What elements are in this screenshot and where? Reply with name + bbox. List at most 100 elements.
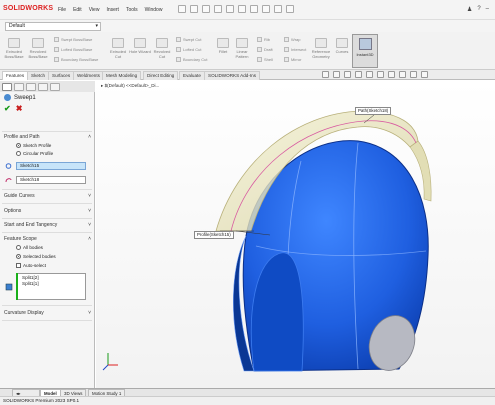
ok-button[interactable]: ✔ bbox=[4, 104, 11, 113]
tab-features[interactable]: Features bbox=[2, 71, 29, 80]
divider bbox=[2, 203, 92, 204]
new-icon[interactable] bbox=[190, 5, 198, 13]
options-icon[interactable] bbox=[286, 5, 294, 13]
boundary-boss-button[interactable]: Boundary Boss/Base bbox=[54, 57, 98, 62]
radio-selected-bodies[interactable]: Selected bodies bbox=[16, 254, 56, 259]
draft-button[interactable]: Draft bbox=[257, 47, 273, 52]
menu-window[interactable]: Window bbox=[145, 7, 163, 13]
display-style-icon[interactable] bbox=[377, 71, 384, 78]
appearance-icon[interactable] bbox=[399, 71, 406, 78]
hide-show-icon[interactable] bbox=[388, 71, 395, 78]
section-start-end-tangency[interactable]: Start and End Tangency ˅ bbox=[4, 222, 91, 228]
tab-surfaces[interactable]: Surfaces bbox=[48, 71, 75, 80]
swept-cut-button[interactable]: Swept Cut bbox=[176, 37, 201, 42]
tab-sketch[interactable]: Sketch bbox=[27, 71, 50, 80]
previous-view-icon[interactable] bbox=[344, 71, 351, 78]
curves-button[interactable]: Curves bbox=[334, 38, 350, 54]
open-icon[interactable] bbox=[202, 5, 210, 13]
instant3d-button[interactable]: Instant3D bbox=[352, 34, 378, 68]
home-icon[interactable] bbox=[178, 5, 186, 13]
lofted-boss-button[interactable]: Lofted Boss/Base bbox=[54, 47, 92, 52]
bodies-list[interactable]: Split1[2] Split1[1] bbox=[16, 273, 86, 300]
path-icon bbox=[5, 178, 12, 183]
chevron-down-icon: ˅ bbox=[88, 193, 91, 199]
print-icon[interactable] bbox=[226, 5, 234, 13]
profile-callout[interactable]: Profile(Sketch15) bbox=[194, 231, 234, 239]
user-icon[interactable]: ♟ bbox=[467, 6, 472, 13]
section-feature-scope[interactable]: Feature Scope ˄ bbox=[4, 236, 91, 242]
feature-title: Sweep1 bbox=[4, 94, 36, 101]
radio-circular-profile[interactable]: Circular Profile bbox=[16, 151, 53, 156]
wrap-icon bbox=[284, 37, 289, 42]
lofted-cut-button[interactable]: Lofted Cut bbox=[176, 47, 201, 52]
menu-tools[interactable]: Tools bbox=[126, 7, 138, 13]
help-icon[interactable]: ? bbox=[477, 6, 480, 13]
path-selection-box[interactable]: Sketch18 bbox=[16, 176, 86, 184]
sweep-feature-icon bbox=[4, 94, 11, 101]
tab-add-ins[interactable]: SOLIDWORKS Add-Ins bbox=[204, 71, 260, 80]
bottom-tabs: ◂▸ Model 3D Views Motion Study 1 bbox=[0, 388, 495, 397]
divider bbox=[2, 131, 92, 132]
section-profile-path[interactable]: Profile and Path ˄ bbox=[4, 134, 91, 140]
configuration-manager-icon[interactable] bbox=[26, 83, 36, 91]
linear-pattern-button[interactable]: Linear Pattern bbox=[232, 38, 252, 59]
chevron-down-icon: ▾ bbox=[95, 23, 98, 29]
menu-file[interactable]: File bbox=[58, 7, 66, 13]
title-bar: SOLIDWORKS File Edit View Insert Tools W… bbox=[0, 0, 495, 20]
fillet-button[interactable]: Fillet bbox=[214, 38, 232, 54]
extruded-boss-button[interactable]: Extruded Boss/Base bbox=[3, 38, 25, 59]
configuration-select[interactable]: Default ▾ bbox=[5, 22, 101, 31]
radio-all-bodies[interactable]: All bodies bbox=[16, 245, 43, 250]
scene-icon[interactable] bbox=[410, 71, 417, 78]
reference-geometry-icon bbox=[315, 38, 327, 48]
auto-select-checkbox[interactable]: Auto-select bbox=[16, 263, 46, 268]
section-view-icon[interactable] bbox=[355, 71, 362, 78]
view-orientation-icon[interactable] bbox=[366, 71, 373, 78]
cancel-button[interactable]: ✖ bbox=[16, 104, 23, 113]
reference-geometry-button[interactable]: Reference Geometry bbox=[310, 38, 332, 59]
mirror-button[interactable]: Mirror bbox=[284, 57, 301, 62]
menu-view[interactable]: View bbox=[89, 7, 100, 13]
tab-mesh-modeling[interactable]: Mesh Modeling bbox=[102, 71, 142, 80]
section-options[interactable]: Options ˅ bbox=[4, 208, 91, 214]
boundary-cut-button[interactable]: Boundary Cut bbox=[176, 57, 207, 62]
dimxpert-icon[interactable] bbox=[38, 83, 48, 91]
divider bbox=[2, 189, 92, 190]
ok-cancel: ✔ ✖ bbox=[4, 104, 22, 113]
file-properties-icon[interactable] bbox=[274, 5, 282, 13]
tab-direct-editing[interactable]: Direct Editing bbox=[143, 71, 179, 80]
property-manager-icon[interactable] bbox=[14, 83, 24, 91]
undo-icon[interactable] bbox=[238, 5, 246, 13]
revolved-boss-button[interactable]: Revolved Boss/Base bbox=[27, 38, 49, 59]
menu-edit[interactable]: Edit bbox=[73, 7, 82, 13]
extruded-cut-button[interactable]: Extruded Cut bbox=[107, 38, 129, 59]
zoom-fit-icon[interactable] bbox=[322, 71, 329, 78]
zoom-area-icon[interactable] bbox=[333, 71, 340, 78]
view-settings-icon[interactable] bbox=[421, 71, 428, 78]
radio-sketch-profile[interactable]: Sketch Profile bbox=[16, 143, 51, 148]
tab-evaluate[interactable]: Evaluate bbox=[179, 71, 205, 80]
intersect-button[interactable]: Intersect bbox=[284, 47, 306, 52]
profile-selection-box[interactable]: Sketch15 bbox=[16, 162, 86, 170]
save-icon[interactable] bbox=[214, 5, 222, 13]
revolved-cut-button[interactable]: Revolved Cut bbox=[151, 38, 173, 59]
shell-button[interactable]: Shell bbox=[257, 57, 273, 62]
list-item[interactable]: Split1[1] bbox=[20, 281, 82, 287]
chevron-up-icon: ˄ bbox=[88, 236, 91, 242]
swept-boss-button[interactable]: Swept Boss/Base bbox=[54, 37, 92, 42]
solidworks-logo[interactable]: SOLIDWORKS bbox=[3, 5, 53, 12]
hole-wizard-button[interactable]: Hole Wizard bbox=[129, 38, 151, 54]
rib-button[interactable]: Rib bbox=[257, 37, 270, 42]
helmet-model[interactable] bbox=[96, 81, 495, 388]
minimize-icon[interactable]: – bbox=[486, 6, 489, 13]
section-guide-curves[interactable]: Guide Curves ˅ bbox=[4, 193, 91, 199]
section-curvature-display[interactable]: Curvature Display ˅ bbox=[4, 310, 91, 316]
select-icon[interactable] bbox=[250, 5, 258, 13]
rebuild-icon[interactable] bbox=[262, 5, 270, 13]
path-callout[interactable]: Path(Sketch18) bbox=[355, 107, 392, 115]
display-manager-icon[interactable] bbox=[50, 83, 60, 91]
tab-weldments[interactable]: Weldments bbox=[73, 71, 104, 80]
menu-insert[interactable]: Insert bbox=[106, 7, 119, 13]
feature-manager-icon[interactable] bbox=[2, 83, 12, 91]
wrap-button[interactable]: Wrap bbox=[284, 37, 300, 42]
